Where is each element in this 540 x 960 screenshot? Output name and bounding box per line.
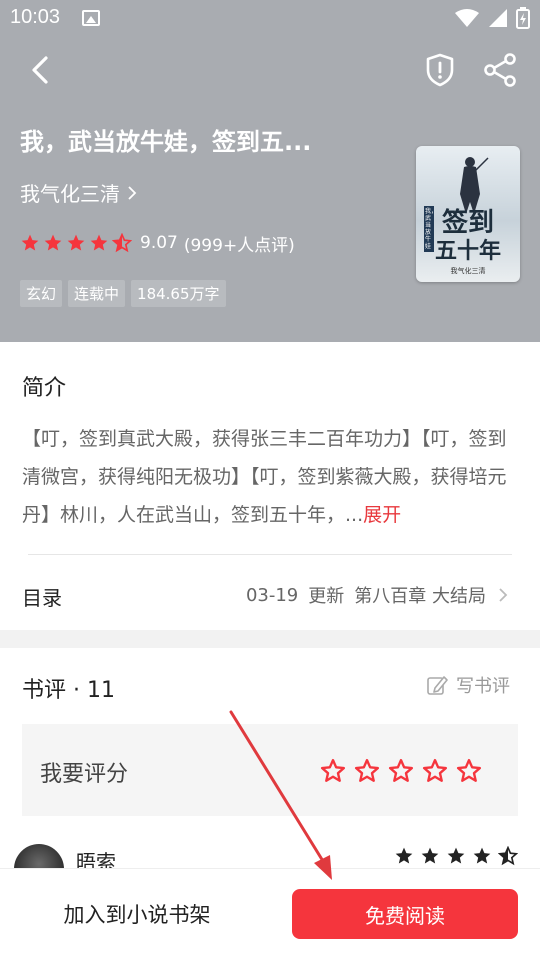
- star-icon: [21, 234, 39, 251]
- star-icon: [421, 847, 439, 864]
- toc-label[interactable]: 目录: [22, 582, 62, 611]
- star-icon: [90, 234, 108, 251]
- toc-chapter: 第八百章 大结局: [354, 586, 486, 607]
- share-icon[interactable]: [480, 50, 520, 90]
- rating-row: 9.07 (999+人点评): [20, 230, 295, 256]
- report-shield-icon[interactable]: [420, 50, 460, 90]
- rate-stars[interactable]: [320, 758, 482, 784]
- star-icon: [473, 847, 491, 864]
- intro-text: 【叮，签到真武大殿，获得张三丰二百年功力】【叮，签到清微宫，获得纯阳无极功】【叮…: [22, 420, 522, 534]
- chevron-right-icon: [499, 588, 508, 602]
- star-icon: [395, 847, 413, 864]
- toc-latest[interactable]: 03-19 更新 第八百章 大结局: [246, 582, 510, 608]
- expand-link[interactable]: 展开: [363, 504, 401, 526]
- tag-status: 连载中: [68, 280, 126, 307]
- book-header: 10:03 我，武当放牛娃，签到五... 我气化三清 9.07 (999+人点评…: [0, 0, 540, 342]
- bottom-bar: 加入到小说书架 免费阅读: [0, 868, 540, 960]
- chevron-right-icon: [128, 185, 137, 200]
- signal-icon: [489, 9, 507, 27]
- divider: [28, 554, 512, 555]
- status-icons: [454, 6, 530, 30]
- intro-body: 【叮，签到真武大殿，获得张三丰二百年功力】【叮，签到清微宫，获得纯阳无极功】【叮…: [22, 428, 507, 526]
- wifi-icon: [455, 9, 479, 27]
- cover-author: 我气化三清: [450, 267, 486, 275]
- image-notification-icon: [82, 10, 100, 26]
- battery-icon: [516, 7, 530, 29]
- intro-section: 简介 【叮，签到真武大殿，获得张三丰二百年功力】【叮，签到清微宫，获得纯阳无极功…: [0, 342, 540, 630]
- star-icon: [354, 758, 380, 782]
- cover-title-line1: 签到: [441, 208, 494, 238]
- edit-icon: [427, 676, 448, 695]
- write-review-button[interactable]: 写书评: [426, 672, 510, 698]
- author-name: 我气化三清: [20, 182, 120, 206]
- rating-count: (999+人点评): [183, 235, 295, 256]
- star-icon: [67, 234, 85, 251]
- author-link[interactable]: 我气化三清: [20, 178, 138, 207]
- rating-stars: [20, 233, 132, 253]
- star-icon: [447, 847, 465, 864]
- status-bar: 10:03: [0, 0, 540, 36]
- cover-title-line2: 五十年: [434, 238, 501, 264]
- star-icon: [498, 846, 518, 866]
- tag-wordcount: 184.65万字: [131, 280, 226, 307]
- toc-date: 03-19: [245, 584, 299, 606]
- rate-box: 我要评分: [22, 724, 518, 816]
- book-cover: 我，武当放牛娃 签到 五十年 我气化三清: [416, 146, 520, 282]
- review-stars: [394, 846, 518, 866]
- reviews-heading: 书评 · 11: [22, 678, 115, 703]
- book-title: 我，武当放牛娃，签到五...: [20, 128, 312, 156]
- toc-update: 更新: [308, 586, 345, 607]
- add-to-shelf-button[interactable]: 加入到小说书架: [32, 889, 242, 939]
- star-icon: [388, 758, 414, 782]
- write-review-label: 写书评: [456, 676, 510, 697]
- star-icon: [422, 758, 448, 782]
- star-icon: [44, 234, 62, 251]
- star-icon: [456, 758, 482, 782]
- status-time: 10:03: [10, 6, 61, 28]
- star-icon: [320, 758, 346, 782]
- cover-title: 签到 五十年: [422, 208, 514, 264]
- rating-score: 9.07: [140, 233, 178, 253]
- back-icon[interactable]: [24, 52, 60, 88]
- intro-heading: 简介: [22, 376, 67, 401]
- book-tags: 玄幻 连载中 184.65万字: [20, 280, 226, 307]
- rate-label: 我要评分: [40, 762, 129, 787]
- free-read-button[interactable]: 免费阅读: [292, 889, 518, 939]
- star-icon: [112, 233, 132, 253]
- tag-genre: 玄幻: [20, 280, 63, 307]
